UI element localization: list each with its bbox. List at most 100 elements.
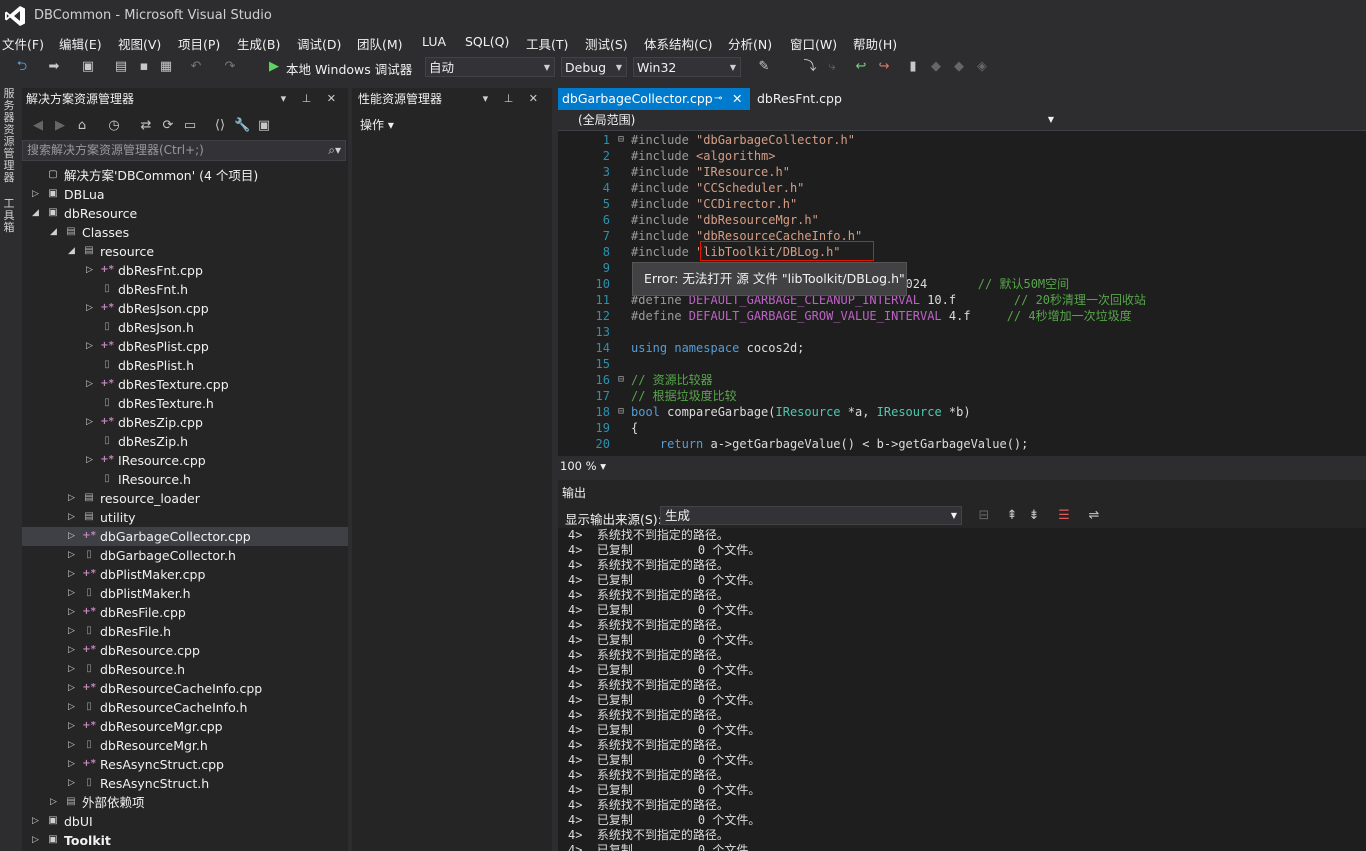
menu-item[interactable]: 窗口(W) <box>790 34 837 53</box>
new-project-icon[interactable]: ▣ <box>80 59 96 75</box>
tree-item[interactable]: ▷ +* dbResJson.cpp <box>22 299 348 318</box>
expand-icon[interactable]: ▷ <box>68 755 78 774</box>
tree-item[interactable]: ▷ ▤ resource_loader <box>22 489 348 508</box>
tree-item[interactable]: ▷ +* dbPlistMaker.cpp <box>22 565 348 584</box>
word-wrap-icon[interactable]: ⇌ <box>1086 508 1102 524</box>
tree-item[interactable]: ▷ +* dbResTexture.cpp <box>22 375 348 394</box>
expand-icon[interactable]: ▷ <box>68 565 78 584</box>
tree-item[interactable]: ▷ +* dbResFnt.cpp <box>22 261 348 280</box>
platform-combo[interactable]: Win32 ▼ <box>633 57 741 77</box>
expand-icon[interactable]: ▷ <box>68 546 78 565</box>
expand-icon[interactable]: ▷ <box>86 413 96 432</box>
panel-controls[interactable]: ▾ ⊥ ✕ <box>281 88 342 110</box>
pin-icon[interactable]: ⊸ <box>714 88 722 110</box>
expand-icon[interactable]: ▷ <box>68 489 78 508</box>
config-combo[interactable]: Debug ▼ <box>561 57 627 77</box>
collapse-icon[interactable]: ◢ <box>68 242 78 261</box>
expand-icon[interactable]: ▷ <box>32 185 42 204</box>
tree-item[interactable]: ▷ ▯ dbResource.h <box>22 660 348 679</box>
tree-item[interactable]: ▷ +* dbResourceMgr.cpp <box>22 717 348 736</box>
tree-item[interactable]: ▯ dbResJson.h <box>22 318 348 337</box>
menu-item[interactable]: 体系结构(C) <box>644 34 712 53</box>
menu-item[interactable]: LUA <box>422 34 446 49</box>
expand-icon[interactable]: ▷ <box>86 299 96 318</box>
collapse-icon[interactable]: ◢ <box>32 204 42 223</box>
expand-icon[interactable]: ▷ <box>50 793 60 812</box>
properties-icon[interactable]: 🔧 <box>234 118 250 134</box>
solution-config-combo[interactable]: 自动 ▼ <box>425 57 555 77</box>
tree-item[interactable]: ▷ ▯ dbPlistMaker.h <box>22 584 348 603</box>
expand-icon[interactable]: ▷ <box>68 603 78 622</box>
expand-icon[interactable]: ▷ <box>68 736 78 755</box>
bookmark-next-icon[interactable]: ↪ <box>876 59 892 75</box>
expand-icon[interactable]: ▷ <box>68 660 78 679</box>
tree-item[interactable]: ▷ +* ResAsyncStruct.cpp <box>22 755 348 774</box>
expand-icon[interactable]: ▷ <box>32 831 42 850</box>
expand-icon[interactable]: ▷ <box>86 261 96 280</box>
tree-item[interactable]: ▷ ▯ dbResourceMgr.h <box>22 736 348 755</box>
tree-item[interactable]: ▯ dbResFnt.h <box>22 280 348 299</box>
tree-item[interactable]: ▷ +* IResource.cpp <box>22 451 348 470</box>
attach-icon[interactable]: ✎ <box>756 59 772 75</box>
pending-changes-icon[interactable]: ◷ <box>106 118 122 134</box>
search-icon[interactable]: ⌕▾ <box>328 141 341 160</box>
clear-all-icon[interactable]: ☰ <box>1056 508 1072 524</box>
tree-item[interactable]: ▯ dbResPlist.h <box>22 356 348 375</box>
expand-icon[interactable]: ▷ <box>68 641 78 660</box>
tree-item[interactable]: ◢ ▤ resource <box>22 242 348 261</box>
save-icon[interactable]: ▪ <box>136 59 152 75</box>
expand-icon[interactable]: ▷ <box>68 527 78 546</box>
debugger-button[interactable]: 本地 Windows 调试器 <box>286 59 412 78</box>
menu-item[interactable]: 编辑(E) <box>59 34 102 53</box>
bookmark-icon[interactable]: ▮ <box>905 59 921 75</box>
output-source-combo[interactable]: 生成 ▼ <box>660 506 962 525</box>
menu-item[interactable]: 文件(F) <box>2 34 44 53</box>
prev-message-icon[interactable]: ⇞ <box>1004 508 1020 524</box>
server-explorer-tab[interactable]: 服务器资源管理器 <box>2 88 16 184</box>
bookmark-prev-icon[interactable]: ↩ <box>853 59 869 75</box>
tree-item[interactable]: ▷ ▤ 外部依赖项 <box>22 793 348 812</box>
tree-item[interactable]: ▷ ▯ dbGarbageCollector.h <box>22 546 348 565</box>
expand-icon[interactable]: ▷ <box>68 622 78 641</box>
tab-dbresfnt-cpp[interactable]: dbResFnt.cpp <box>753 88 846 110</box>
fold-icon[interactable]: ⊟ <box>618 132 624 148</box>
preview-icon[interactable]: ▣ <box>256 118 272 134</box>
tree-item[interactable]: ▯ dbResTexture.h <box>22 394 348 413</box>
tree-item[interactable]: ▯ dbResZip.h <box>22 432 348 451</box>
toolbox-tab[interactable]: 工具箱 <box>2 198 16 234</box>
clear-bookmarks-icon[interactable]: ◈ <box>974 59 990 75</box>
expand-icon[interactable]: ▷ <box>86 337 96 356</box>
expand-icon[interactable]: ▷ <box>68 508 78 527</box>
output-text[interactable]: 4> 系统找不到指定的路径。 4> 已复制 0 个文件。 4> 系统找不到指定的路径… <box>558 528 1366 851</box>
expand-icon[interactable]: ▷ <box>32 812 42 831</box>
solution-search-input[interactable]: 搜索解决方案资源管理器(Ctrl+;) ⌕▾ <box>22 140 346 161</box>
refresh-icon[interactable]: ⟳ <box>160 118 176 134</box>
menu-item[interactable]: 调试(D) <box>297 34 341 53</box>
start-debug-icon[interactable]: ▶ <box>266 59 282 75</box>
menu-item[interactable]: 分析(N) <box>728 34 772 53</box>
fold-icon[interactable]: ⊟ <box>618 372 624 388</box>
tree-item[interactable]: ▢ 解决方案'DBCommon' (4 个项目) <box>22 166 348 185</box>
tree-item[interactable]: ▷ ▯ dbResFile.h <box>22 622 348 641</box>
next-message-icon[interactable]: ⇟ <box>1026 508 1042 524</box>
close-icon[interactable]: ✕ <box>732 88 742 110</box>
menu-item[interactable]: 生成(B) <box>237 34 280 53</box>
panel-controls[interactable]: ▾ ⊥ ✕ <box>483 88 544 110</box>
menu-item[interactable]: 视图(V) <box>118 34 161 53</box>
save-all-icon[interactable]: ▦ <box>158 59 174 75</box>
forward-icon[interactable]: ➡ <box>46 59 62 75</box>
menu-item[interactable]: 项目(P) <box>178 34 220 53</box>
redo-icon[interactable]: ↷ <box>222 59 238 75</box>
tree-item[interactable]: ▷ +* dbResZip.cpp <box>22 413 348 432</box>
tree-item[interactable]: ▷ ▯ ResAsyncStruct.h <box>22 774 348 793</box>
tab-dbgarbagecollector-cpp[interactable]: dbGarbageCollector.cpp ⊸ ✕ <box>558 88 750 110</box>
bookmark-prev2-icon[interactable]: ◆ <box>928 59 944 75</box>
tree-item[interactable]: ▷ +* dbResource.cpp <box>22 641 348 660</box>
expand-icon[interactable]: ▷ <box>68 584 78 603</box>
menu-item[interactable]: 团队(M) <box>357 34 403 53</box>
actions-menu[interactable]: 操作 ▾ <box>360 116 394 133</box>
tree-item[interactable]: ▯ IResource.h <box>22 470 348 489</box>
back-icon[interactable]: ◀ <box>30 118 46 134</box>
undo-icon[interactable]: ↶ <box>188 59 204 75</box>
step-over-icon[interactable]: ⤷ <box>824 59 840 75</box>
